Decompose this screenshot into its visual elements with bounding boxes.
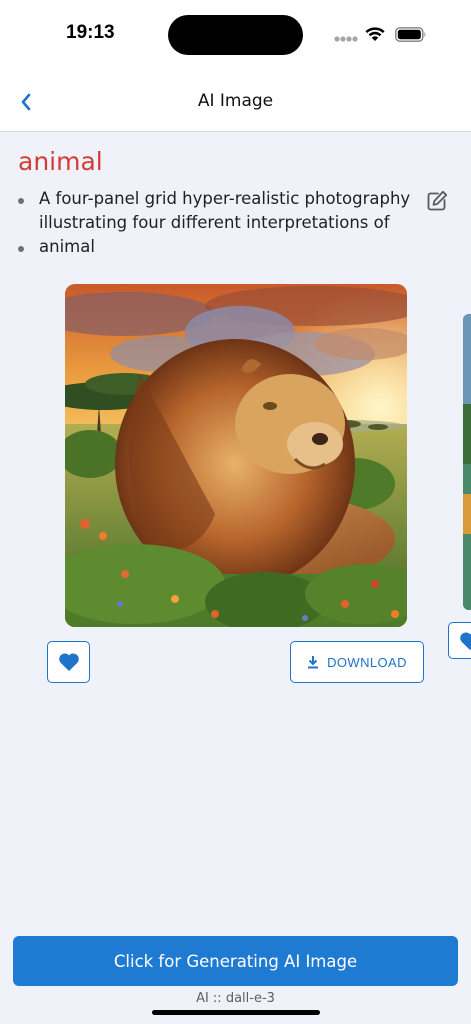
cellular-signal-icon — [334, 36, 358, 42]
edit-icon — [427, 190, 448, 211]
generate-button-label: Click for Generating AI Image — [113, 951, 358, 971]
next-image-peek[interactable] — [463, 314, 471, 610]
model-label: AI :: dall-e-3 — [196, 991, 275, 1006]
battery-icon — [395, 27, 426, 42]
wifi-icon — [365, 27, 385, 41]
prompt-title: animal — [18, 147, 103, 176]
bullet-dot — [18, 198, 24, 204]
generated-image[interactable] — [65, 284, 407, 627]
dynamic-island — [168, 15, 303, 55]
heart-icon — [58, 653, 79, 671]
download-button[interactable]: DOWNLOAD — [290, 641, 424, 683]
edit-prompt-button[interactable] — [425, 189, 449, 213]
download-icon — [308, 656, 319, 669]
generate-ai-image-button[interactable]: Click for Generating AI Image — [13, 936, 458, 986]
favorite-button[interactable] — [47, 641, 90, 683]
home-indicator[interactable] — [152, 1010, 320, 1015]
download-label: DOWNLOAD — [327, 654, 407, 670]
status-bar: 19:13 — [0, 0, 471, 72]
heart-icon — [460, 632, 471, 650]
page-title: AI Image — [197, 91, 274, 111]
navigation-bar: AI Image — [0, 72, 471, 132]
favorite-button-next[interactable] — [448, 622, 471, 659]
lion-image — [65, 284, 407, 627]
landscape-image — [463, 314, 471, 610]
prompt-description: A four-panel grid hyper-realistic photog… — [39, 189, 411, 256]
status-time: 19:13 — [66, 22, 115, 43]
bullet-dot — [18, 246, 24, 252]
